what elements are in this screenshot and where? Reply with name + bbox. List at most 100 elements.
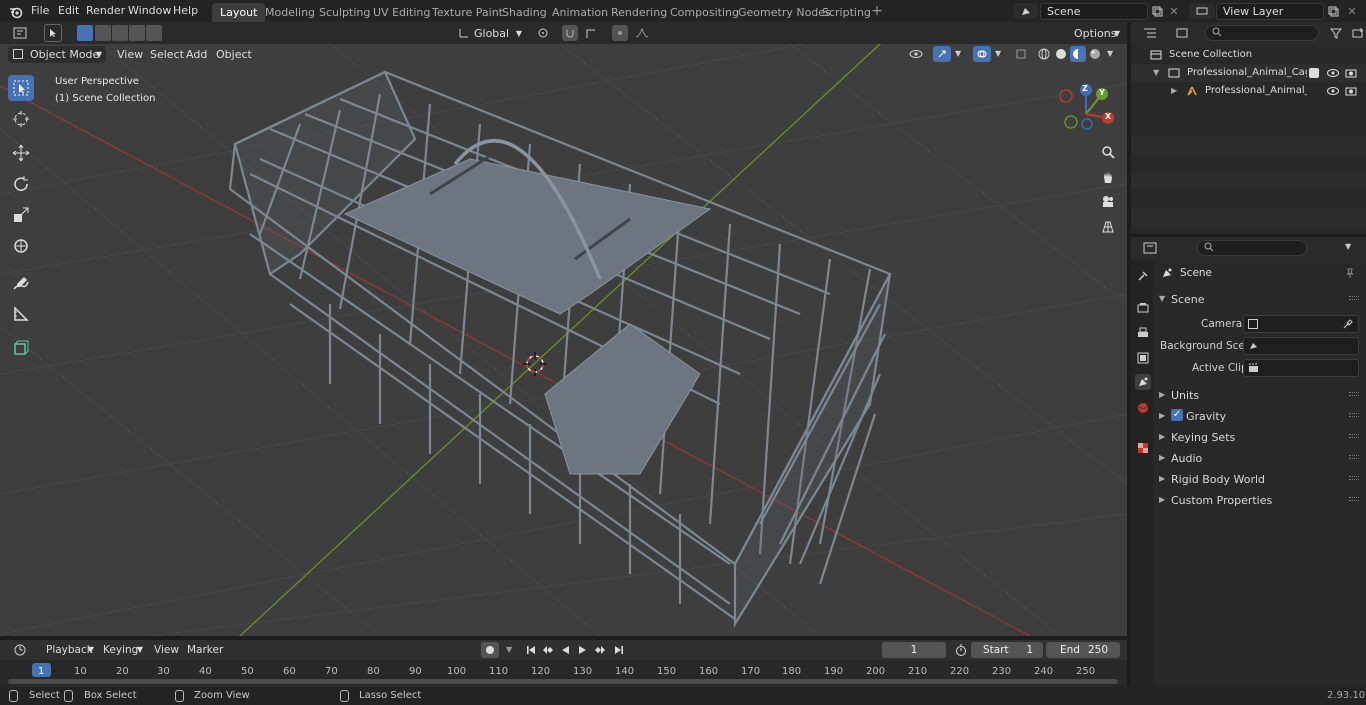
scene-name-field[interactable]: Scene <box>1040 3 1148 20</box>
chevron-down-icon[interactable]: ▼ <box>506 645 512 654</box>
eye-icon[interactable] <box>1326 84 1340 98</box>
display-mode-icon[interactable] <box>1169 25 1195 41</box>
viewport-menu-add[interactable]: Add <box>186 48 207 61</box>
start-frame-field[interactable]: Start 1 <box>971 642 1043 658</box>
outliner-row-collection[interactable]: ▼ Professional_Animal_Cage_Tr <box>1131 64 1366 82</box>
proportional-edit-icon[interactable] <box>612 25 628 41</box>
keying-sets-panel-header[interactable]: ▶ Keying Sets <box>1153 428 1363 446</box>
zoom-view-icon[interactable] <box>1099 143 1117 161</box>
menu-render[interactable]: Render <box>86 4 125 17</box>
properties-editor-type-icon[interactable] <box>1137 240 1163 256</box>
select-tool-mode-icon[interactable] <box>44 24 62 42</box>
texture-tab-icon[interactable] <box>1135 440 1151 456</box>
timeline-editor-type-icon[interactable] <box>8 642 34 658</box>
jump-to-keyframe-back-icon[interactable] <box>539 642 555 658</box>
view-layer-selector-icon[interactable] <box>1189 3 1215 19</box>
tool-scale[interactable] <box>8 202 34 228</box>
delete-view-layer-icon[interactable]: ✕ <box>1346 4 1358 18</box>
expand-toggle-icon[interactable]: ▶ <box>1171 86 1177 95</box>
menu-edit[interactable]: Edit <box>58 4 79 17</box>
outliner-row-object[interactable]: ▶ Professional_Animal_Cag <box>1131 82 1366 100</box>
tool-add-cube[interactable] <box>8 335 34 361</box>
rendered-shading-icon[interactable] <box>1087 46 1103 62</box>
timeline-menu-marker[interactable]: Marker <box>187 644 223 656</box>
keying-menu[interactable]: Keying ▼ <box>97 642 145 658</box>
material-shading-icon[interactable] <box>1070 46 1086 62</box>
drag-handle-icon[interactable] <box>1349 497 1359 501</box>
current-frame-field[interactable]: 1 <box>882 642 946 658</box>
outliner-search-input[interactable] <box>1205 25 1319 41</box>
xray-toggle-icon[interactable] <box>1014 47 1028 61</box>
viewport-menu-object[interactable]: Object <box>216 48 252 61</box>
options-dropdown[interactable]: Options ▼ <box>1068 25 1124 42</box>
properties-search-input[interactable] <box>1197 240 1307 256</box>
view-layer-field[interactable]: View Layer <box>1216 3 1324 20</box>
solid-shading-icon[interactable] <box>1053 46 1069 62</box>
tool-select-box[interactable] <box>8 75 34 101</box>
timeline-menu-view[interactable]: View <box>154 644 179 656</box>
wireframe-shading-icon[interactable] <box>1036 46 1052 62</box>
select-invert-icon[interactable] <box>129 25 145 41</box>
tool-rotate[interactable] <box>8 171 34 197</box>
new-collection-icon[interactable] <box>1351 25 1365 41</box>
scene-panel-header[interactable]: ▼ Scene <box>1153 290 1363 308</box>
camera-render-icon[interactable] <box>1344 66 1358 80</box>
chevron-down-icon[interactable]: ▼ <box>995 49 1001 58</box>
drag-handle-icon[interactable] <box>1349 476 1359 480</box>
editor-type-icon[interactable] <box>8 25 32 41</box>
drag-handle-icon[interactable] <box>1349 434 1359 438</box>
select-new-icon[interactable] <box>77 25 93 41</box>
camera-field[interactable] <box>1243 315 1359 333</box>
audio-panel-header[interactable]: ▶ Audio <box>1153 449 1363 467</box>
menu-help[interactable]: Help <box>173 4 198 17</box>
rigid-body-world-panel-header[interactable]: ▶ Rigid Body World <box>1153 470 1363 488</box>
tool-settings-tab-icon[interactable] <box>1135 268 1151 284</box>
gravity-checkbox[interactable]: ✓ <box>1171 409 1183 421</box>
tool-cursor[interactable] <box>8 106 34 132</box>
eyedropper-icon[interactable] <box>1343 318 1354 332</box>
select-intersect-icon[interactable] <box>146 25 162 41</box>
chevron-down-icon[interactable]: ▼ <box>1107 49 1113 58</box>
timeline-scrollbar[interactable] <box>8 679 1118 684</box>
tool-measure[interactable] <box>8 301 34 327</box>
orientation-dropdown[interactable]: Global ▼ <box>470 25 524 42</box>
drag-handle-icon[interactable] <box>1349 392 1359 396</box>
view-layer-tab-icon[interactable] <box>1135 350 1151 366</box>
chevron-down-icon[interactable]: ▼ <box>1345 242 1351 251</box>
play-reverse-icon[interactable] <box>557 642 573 658</box>
gravity-panel-header[interactable]: ▶ ✓ Gravity <box>1153 407 1363 425</box>
camera-view-icon[interactable] <box>1099 192 1117 210</box>
viewport-menu-select[interactable]: Select <box>150 48 184 61</box>
add-workspace-icon[interactable]: + <box>870 3 884 19</box>
jump-to-start-icon[interactable] <box>523 642 539 658</box>
camera-render-icon[interactable] <box>1344 84 1358 98</box>
pan-view-icon[interactable] <box>1099 168 1117 186</box>
snap-toggle-icon[interactable] <box>562 25 578 41</box>
drag-handle-icon[interactable] <box>1349 455 1359 459</box>
viewport-menu-view[interactable]: View <box>117 48 143 61</box>
auto-keying-button[interactable] <box>481 642 499 658</box>
copy-view-layer-icon[interactable] <box>1326 4 1340 18</box>
perspective-toggle-icon[interactable] <box>1099 218 1117 236</box>
outliner-row-scene-collection[interactable]: Scene Collection <box>1131 46 1366 64</box>
select-subtract-icon[interactable] <box>112 25 128 41</box>
units-panel-header[interactable]: ▶ Units <box>1153 386 1363 404</box>
blender-logo-icon[interactable] <box>8 4 24 20</box>
pivot-point-icon[interactable] <box>532 26 554 40</box>
world-tab-icon[interactable] <box>1135 400 1151 416</box>
outliner-editor-type-icon[interactable] <box>1137 25 1163 41</box>
visibility-selectability-icon[interactable] <box>903 46 929 62</box>
tool-annotate[interactable] <box>8 270 34 296</box>
background-scene-field[interactable] <box>1243 337 1359 355</box>
gizmo-toggle-icon[interactable] <box>933 46 951 62</box>
jump-to-end-icon[interactable] <box>611 642 627 658</box>
chevron-down-icon[interactable]: ▼ <box>955 49 961 58</box>
scene-selector-icon[interactable] <box>1014 3 1038 19</box>
active-clip-field[interactable] <box>1243 359 1359 377</box>
jump-to-keyframe-forward-icon[interactable] <box>593 642 609 658</box>
mode-dropdown[interactable]: Object Mode ▼ <box>8 46 106 63</box>
snap-target-icon[interactable] <box>580 26 604 40</box>
menu-window[interactable]: Window <box>128 4 171 17</box>
pin-icon[interactable] <box>1343 266 1357 280</box>
play-icon[interactable] <box>575 642 591 658</box>
